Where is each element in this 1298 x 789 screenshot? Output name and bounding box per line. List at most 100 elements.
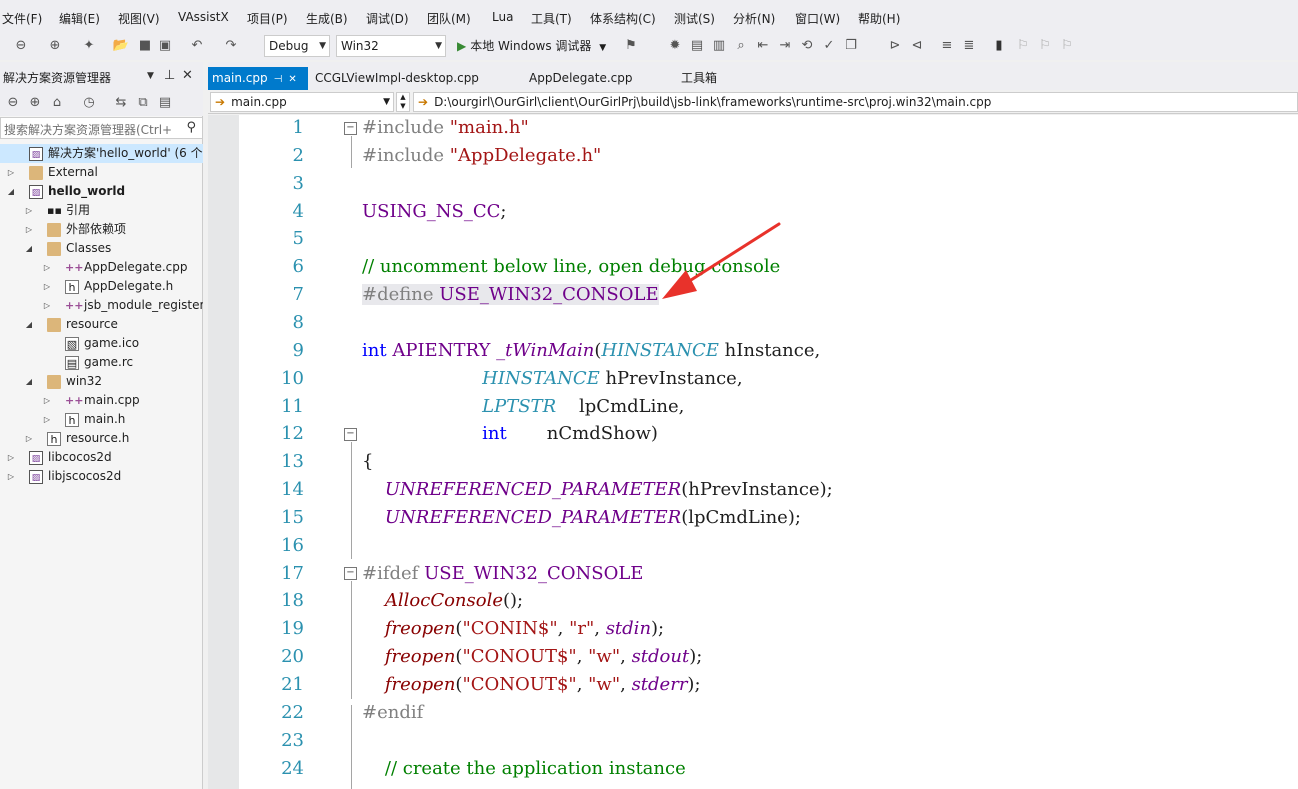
- save-all-icon[interactable]: ▣: [156, 37, 174, 55]
- clear-bookmark-icon[interactable]: ⚐: [1058, 37, 1076, 55]
- forward-icon[interactable]: ⊕: [26, 94, 44, 112]
- back-icon[interactable]: ⊖: [4, 94, 22, 112]
- chevron-down-icon[interactable]: ▼: [147, 71, 154, 81]
- menu-item[interactable]: 项目(P): [247, 10, 288, 27]
- tree-item[interactable]: ▷ ▨ libjscocos2d: [0, 467, 203, 486]
- platform-select[interactable]: Win32 ▼: [336, 35, 446, 57]
- indent-icon[interactable]: ≡: [938, 37, 956, 55]
- tree-item[interactable]: ▤ game.rc: [0, 353, 203, 372]
- undo-icon[interactable]: ↶: [188, 37, 206, 55]
- search-icon[interactable]: ⌕: [732, 37, 750, 55]
- menu-item[interactable]: 测试(S): [674, 10, 715, 27]
- next-bookmark-icon[interactable]: ⚐: [1036, 37, 1054, 55]
- expand-icon[interactable]: ▷: [42, 296, 52, 315]
- window-icon[interactable]: ❐: [842, 37, 860, 55]
- prev-bookmark-icon[interactable]: ⚐: [1014, 37, 1032, 55]
- tree-item[interactable]: ▷ ▪▪ 引用: [0, 201, 203, 220]
- fold-toggle-icon[interactable]: −: [344, 428, 357, 441]
- tree-item[interactable]: ▷ 外部依赖项: [0, 220, 203, 239]
- spell-check-icon[interactable]: ✓: [820, 37, 838, 55]
- tree-item[interactable]: ◢ ▨ hello_world: [0, 182, 203, 201]
- refactor-icon[interactable]: ⟲: [798, 37, 816, 55]
- expand-icon[interactable]: ▷: [6, 467, 16, 486]
- history-icon[interactable]: ◷: [80, 94, 98, 112]
- expand-icon[interactable]: ▷: [6, 163, 16, 182]
- search-icon[interactable]: ⚲: [186, 120, 196, 135]
- collapse-icon[interactable]: ◢: [24, 372, 34, 391]
- sync-icon[interactable]: ⇆: [112, 94, 130, 112]
- find-icon[interactable]: ⚑: [622, 37, 640, 55]
- expand-icon[interactable]: ▷: [24, 201, 34, 220]
- menu-item[interactable]: 文件(F): [2, 10, 42, 27]
- menu-item[interactable]: 编辑(E): [59, 10, 100, 27]
- menu-item[interactable]: 团队(M): [427, 10, 471, 27]
- save-icon[interactable]: ■: [136, 37, 154, 55]
- expand-icon[interactable]: ▷: [24, 220, 34, 239]
- menu-item[interactable]: 生成(B): [306, 10, 348, 27]
- uncomment-icon[interactable]: ⊲: [908, 37, 926, 55]
- file-path-select[interactable]: ➔ D:\ourgirl\OurGirl\client\OurGirlPrj\bu…: [413, 92, 1298, 112]
- menu-item[interactable]: 视图(V): [118, 10, 160, 27]
- collapse-icon[interactable]: ◢: [24, 239, 34, 258]
- tree-item[interactable]: ▨ 解决方案'hello_world' (6 个项目: [0, 144, 203, 163]
- tab-appdelegate-cpp[interactable]: AppDelegate.cpp: [525, 67, 633, 90]
- build-icon[interactable]: ✹: [666, 37, 684, 55]
- navigate-forward-icon[interactable]: ⇥: [776, 37, 794, 55]
- expand-icon[interactable]: ▷: [42, 258, 52, 277]
- tree-item[interactable]: ▷ ▨ libcocos2d: [0, 448, 203, 467]
- tree-item[interactable]: ▷ h AppDelegate.h: [0, 277, 203, 296]
- expand-icon[interactable]: ▷: [42, 277, 52, 296]
- configuration-select[interactable]: Debug ▼: [264, 35, 330, 57]
- menu-item[interactable]: 分析(N): [733, 10, 775, 27]
- navigate-back-icon[interactable]: ⇤: [754, 37, 772, 55]
- redo-icon[interactable]: ↷: [222, 37, 240, 55]
- menu-item[interactable]: Lua: [492, 10, 513, 24]
- open-icon[interactable]: ▤: [688, 37, 706, 55]
- collapse-icon[interactable]: ◢: [6, 182, 16, 201]
- expand-icon[interactable]: ▷: [42, 391, 52, 410]
- close-icon[interactable]: ✕: [288, 74, 296, 85]
- tree-item[interactable]: ◢ resource: [0, 315, 203, 334]
- solution-search-input[interactable]: 搜索解决方案资源管理器(Ctrl+ ⚲: [0, 117, 203, 139]
- menu-item[interactable]: 调试(D): [366, 10, 409, 27]
- outdent-icon[interactable]: ≣: [960, 37, 978, 55]
- tree-item[interactable]: ◢ Classes: [0, 239, 203, 258]
- menu-item[interactable]: 窗口(W): [795, 10, 840, 27]
- tree-item[interactable]: ▷ ++ jsb_module_register: [0, 296, 203, 315]
- start-debugging-button[interactable]: ▶ 本地 Windows 调试器 ▼: [457, 35, 606, 57]
- tree-item[interactable]: ▧ game.ico: [0, 334, 203, 353]
- pin-icon[interactable]: ⊥: [164, 68, 175, 83]
- collapse-icon[interactable]: ◢: [24, 315, 34, 334]
- tree-item[interactable]: ▷ External: [0, 163, 203, 182]
- tab-ccglviewimpl[interactable]: CCGLViewImpl-desktop.cpp: [311, 67, 479, 90]
- pin-icon[interactable]: ⊣: [274, 74, 283, 85]
- forward-icon[interactable]: ⊕: [46, 37, 64, 55]
- split-spinner[interactable]: ▲ ▼: [396, 92, 410, 112]
- menu-item[interactable]: 帮助(H): [858, 10, 900, 27]
- expand-icon[interactable]: ▷: [6, 448, 16, 467]
- menu-item[interactable]: 工具(T): [531, 10, 572, 27]
- tab-toolbox[interactable]: 工具箱: [677, 67, 717, 90]
- tree-item[interactable]: ◢ win32: [0, 372, 203, 391]
- expand-icon[interactable]: ▷: [42, 410, 52, 429]
- tree-item[interactable]: ▷ ++ AppDelegate.cpp: [0, 258, 203, 277]
- home-icon[interactable]: ⌂: [48, 94, 66, 112]
- fold-toggle-icon[interactable]: −: [344, 122, 357, 135]
- tab-main-cpp[interactable]: main.cpp ⊣ ✕: [208, 67, 308, 90]
- comment-icon[interactable]: ⊳: [886, 37, 904, 55]
- tree-item[interactable]: ▷ h resource.h: [0, 429, 203, 448]
- collapse-icon[interactable]: ⧉: [134, 94, 152, 112]
- show-all-icon[interactable]: ▤: [156, 94, 174, 112]
- open-file-icon[interactable]: 📂: [112, 37, 130, 55]
- bookmark-icon[interactable]: ▮: [990, 37, 1008, 55]
- file-scope-select[interactable]: ➔ main.cpp ▼: [210, 92, 394, 112]
- tree-item[interactable]: ▷ h main.h: [0, 410, 203, 429]
- menu-item[interactable]: 体系结构(C): [590, 10, 656, 27]
- close-icon[interactable]: ✕: [182, 68, 193, 83]
- folder-icon[interactable]: ▥: [710, 37, 728, 55]
- new-project-icon[interactable]: ✦: [80, 37, 98, 55]
- expand-icon[interactable]: ▷: [24, 429, 34, 448]
- tree-item[interactable]: ▷ ++ main.cpp: [0, 391, 203, 410]
- fold-toggle-icon[interactable]: −: [344, 567, 357, 580]
- back-icon[interactable]: ⊖: [12, 37, 30, 55]
